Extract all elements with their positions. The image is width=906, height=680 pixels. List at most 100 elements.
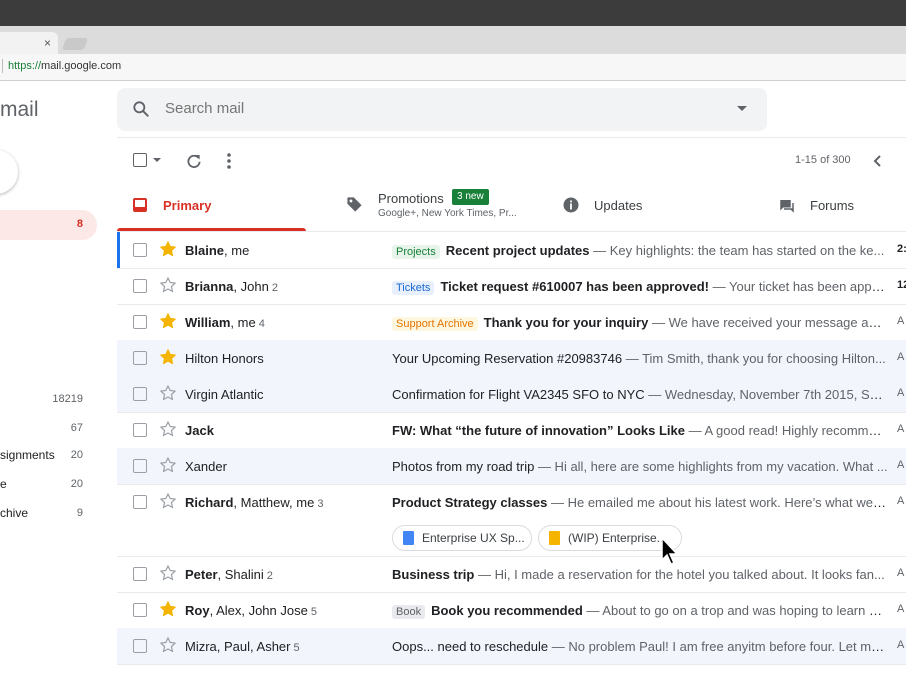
sidebar-item-label: e — [0, 477, 7, 491]
sender-name-bold: Brianna — [185, 279, 234, 294]
email-row[interactable]: Hilton Honors Your Upcoming Reservation #… — [117, 340, 906, 377]
new-tab-button[interactable] — [61, 38, 89, 50]
tab-close-icon[interactable]: × — [44, 36, 51, 50]
email-row[interactable]: Jack FW: What “the future of innovation” … — [117, 412, 906, 449]
tab-primary[interactable]: Primary — [117, 182, 306, 232]
star-icon[interactable] — [159, 348, 177, 366]
email-date: A — [897, 603, 905, 615]
star-icon[interactable] — [159, 240, 177, 258]
label-chip[interactable]: Tickets — [392, 281, 435, 295]
sidebar-item-label: signments — [0, 448, 55, 462]
selected-row-indicator — [117, 232, 120, 268]
row-checkbox[interactable] — [133, 387, 147, 401]
tab-promotions-label: Promotions — [378, 191, 444, 206]
email-row[interactable]: Richard, Matthew, me 3 Product Strategy cl… — [117, 484, 906, 557]
search-icon[interactable] — [131, 99, 151, 119]
star-icon[interactable] — [159, 600, 177, 618]
sender-name: , Shalini — [217, 567, 264, 582]
sidebar-item[interactable]: e 20 — [0, 475, 90, 495]
email-subject: Ticket request #610007 has been approved… — [440, 279, 709, 294]
address-bar[interactable]: https://mail.google.com — [0, 54, 906, 81]
sender: Mizra, Paul, Asher 5 — [185, 639, 385, 654]
url-text[interactable]: https://mail.google.com — [8, 60, 121, 72]
label-chip[interactable]: Book — [392, 605, 426, 619]
row-checkbox[interactable] — [133, 243, 147, 257]
row-checkbox[interactable] — [133, 423, 147, 437]
star-icon[interactable] — [159, 420, 177, 438]
star-icon[interactable] — [159, 564, 177, 582]
email-row[interactable]: Xander Photos from my road trip — Hi all,… — [117, 448, 906, 485]
row-checkbox[interactable] — [133, 639, 147, 653]
email-snippet: — Hi, I made a reservation for the hotel… — [474, 567, 885, 582]
tab-primary-label: Primary — [163, 198, 212, 213]
email-row[interactable]: Brianna, John 2 Tickets Ticket request #610… — [117, 268, 906, 305]
star-icon[interactable] — [159, 276, 177, 294]
sender-name-bold: Blaine — [185, 243, 225, 258]
sidebar-item-label: chive — [0, 506, 29, 520]
more-options-icon[interactable] — [222, 152, 236, 170]
email-content: Tickets Ticket request #610007 has been a… — [392, 279, 888, 295]
email-snippet: — Your ticket has been appro... — [709, 279, 888, 294]
label-chip[interactable]: Support Archive — [392, 317, 478, 331]
sender: Blaine, me — [185, 243, 385, 258]
sidebar-item-assignments[interactable]: signments 20 — [0, 446, 90, 466]
star-icon[interactable] — [159, 312, 177, 330]
email-row[interactable]: Mizra, Paul, Asher 5 Oops... need to resch… — [117, 628, 906, 665]
thread-count: 5 — [293, 642, 300, 654]
forum-icon — [780, 200, 794, 213]
sender: Xander — [185, 459, 385, 474]
select-dropdown-icon[interactable] — [153, 158, 161, 162]
refresh-icon[interactable] — [185, 152, 203, 170]
label-chip[interactable]: Projects — [392, 245, 440, 259]
sidebar-item-inbox[interactable]: 8 — [0, 210, 97, 240]
email-snippet: — He emailed me about his latest work. H… — [547, 495, 888, 510]
attachment-chip[interactable]: Enterprise UX Sp... — [392, 525, 532, 551]
chevron-left-icon[interactable] — [872, 154, 884, 168]
tab-forums-label: Forums — [810, 198, 855, 213]
sidebar-item-archive[interactable]: chive 9 — [0, 504, 90, 524]
email-subject: Recent project updates — [445, 243, 590, 258]
row-checkbox[interactable] — [133, 351, 147, 365]
email-snippet: — Wednesday, November 7th 2015, San... — [644, 387, 888, 402]
row-checkbox[interactable] — [133, 603, 147, 617]
slides-icon — [549, 531, 560, 545]
search-options-icon[interactable] — [737, 106, 747, 111]
tab-forums[interactable]: Forums — [770, 182, 906, 232]
tab-updates[interactable]: Updates — [555, 182, 755, 232]
search-input[interactable] — [165, 100, 705, 117]
email-subject: Photos from my road trip — [392, 459, 535, 474]
sidebar-item[interactable]: 18219 — [0, 390, 90, 410]
email-content: Photos from my road trip — Hi all, here … — [392, 459, 888, 474]
email-row[interactable]: Virgin Atlantic Confirmation for Flight V… — [117, 376, 906, 413]
email-date: A — [897, 387, 905, 399]
tab-promotions[interactable]: Promotions — [340, 182, 540, 232]
star-icon[interactable] — [159, 456, 177, 474]
email-date: 2: — [897, 243, 906, 255]
search-bar[interactable] — [117, 88, 767, 131]
sender: Roy, Alex, John Jose 5 — [185, 603, 385, 618]
star-icon[interactable] — [159, 636, 177, 654]
address-divider — [2, 59, 3, 73]
row-checkbox[interactable] — [133, 495, 147, 509]
email-row[interactable]: Roy, Alex, John Jose 5 Book Book you recomm… — [117, 592, 906, 629]
star-icon[interactable] — [159, 492, 177, 510]
email-row[interactable]: William, me 4 Support Archive Thank you for… — [117, 304, 906, 341]
row-checkbox[interactable] — [133, 567, 147, 581]
select-all-checkbox[interactable] — [133, 153, 147, 167]
compose-button[interactable] — [0, 150, 18, 194]
star-icon[interactable] — [159, 384, 177, 402]
inbox-icon — [133, 198, 147, 212]
email-row[interactable]: Peter, Shalini 2 Business trip — Hi, I mad… — [117, 556, 906, 593]
sidebar-item[interactable]: 67 — [0, 419, 90, 439]
email-subject: Thank you for your inquiry — [483, 315, 649, 330]
email-row[interactable]: Blaine, me Projects Recent project updates… — [117, 232, 906, 269]
tab-updates-label: Updates — [594, 198, 643, 213]
sidebar-item-count: 9 — [76, 507, 83, 519]
app-logo[interactable]: mail — [0, 98, 39, 122]
row-checkbox[interactable] — [133, 279, 147, 293]
row-checkbox[interactable] — [133, 315, 147, 329]
email-snippet: — Tim Smith, thank you for choosing Hilt… — [622, 351, 886, 366]
email-date: A — [897, 459, 905, 471]
row-checkbox[interactable] — [133, 459, 147, 473]
email-date: A — [897, 567, 905, 579]
